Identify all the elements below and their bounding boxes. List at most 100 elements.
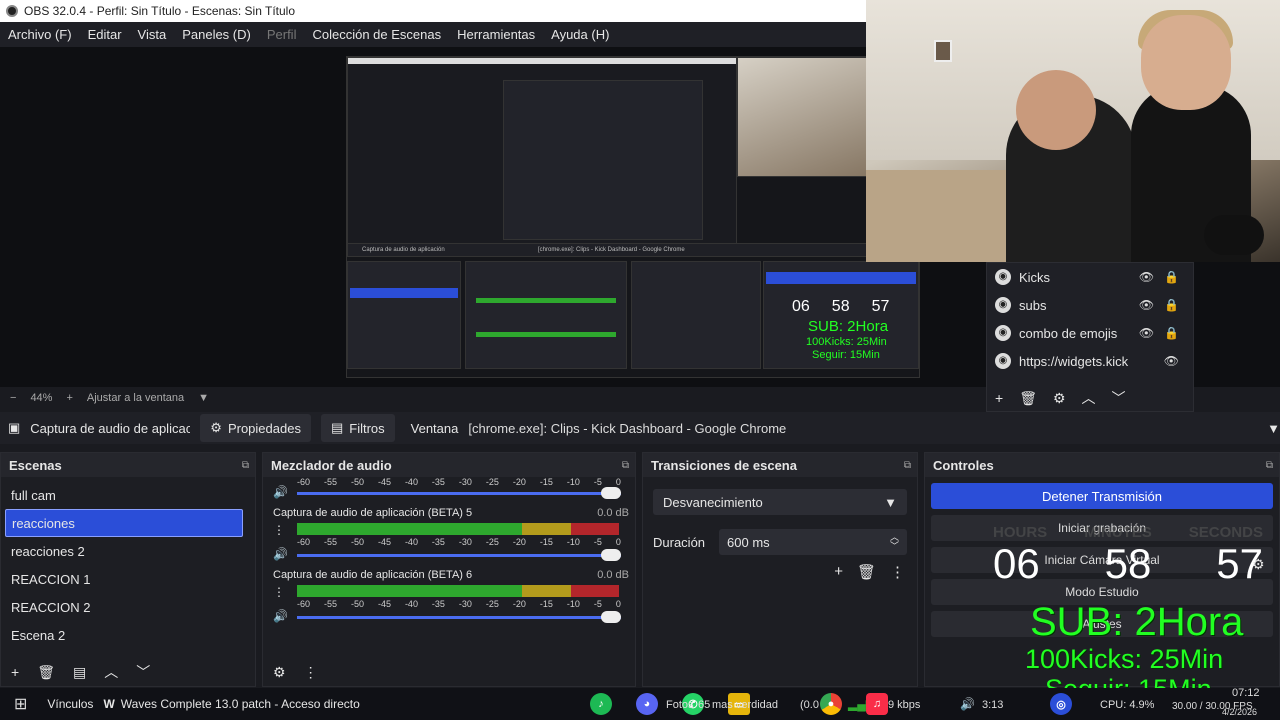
- obs-tray-icon[interactable]: ◎: [1050, 693, 1072, 715]
- zoom-dropdown-icon[interactable]: ▼: [198, 392, 209, 404]
- source-item[interactable]: ◉ Kicks 👁 🔒: [987, 263, 1193, 291]
- mixer-channel: Captura de audio de aplicación (BETA) 6 0…: [263, 565, 635, 627]
- menu-vista[interactable]: Vista: [130, 27, 175, 42]
- menu-coleccion-escenas[interactable]: Colección de Escenas: [304, 27, 449, 42]
- filters-label: Filtros: [349, 420, 385, 436]
- links-toolbar[interactable]: Vínculos: [47, 697, 93, 711]
- verdidad-app[interactable]: mas verdidad: [712, 699, 778, 711]
- menu-editar[interactable]: Editar: [80, 27, 130, 42]
- source-item[interactable]: ◉ subs 👁 🔒: [987, 291, 1193, 319]
- transition-select[interactable]: Desvanecimiento ▼: [653, 489, 907, 515]
- window-select[interactable]: [chrome.exe]: Clips - Kick Dashboard - G…: [468, 421, 803, 436]
- popout-icon[interactable]: ⧉: [242, 460, 249, 471]
- menu-paneles[interactable]: Paneles (D): [174, 27, 259, 42]
- speaker-icon[interactable]: 🔊: [960, 697, 975, 711]
- menu-perfil[interactable]: Perfil: [259, 27, 305, 42]
- trash-icon[interactable]: 🗑: [857, 563, 876, 581]
- visibility-eye-icon[interactable]: 👁: [1139, 270, 1154, 284]
- nested-kicks-text: 100Kicks: 25Min: [806, 336, 887, 348]
- add-scene-icon[interactable]: +: [11, 664, 19, 680]
- channel-db: 0.0 dB: [597, 569, 629, 581]
- filter-icon[interactable]: ▤: [73, 664, 86, 681]
- kebab-menu-icon[interactable]: ⋮: [273, 585, 285, 599]
- waves-shortcut[interactable]: Waves Complete 13.0 patch - Acceso direc…: [121, 697, 360, 711]
- nested-seguir-text: Seguir: 15Min: [812, 349, 880, 361]
- scene-item[interactable]: reacciones 2: [1, 537, 255, 565]
- popout-icon[interactable]: ⧉: [1266, 460, 1273, 471]
- chrome-icon[interactable]: ●: [820, 693, 842, 715]
- chevron-down-icon[interactable]: ﹀: [1112, 388, 1126, 408]
- speaker-icon[interactable]: 🔊: [273, 547, 288, 561]
- scenes-dock: Escenas ⧉ full cam reacciones reacciones …: [0, 452, 256, 687]
- gear-icon[interactable]: ⚙: [1252, 556, 1265, 573]
- fit-to-window-button[interactable]: Ajustar a la ventana: [87, 392, 184, 404]
- kebab-menu-icon[interactable]: ⋮: [304, 664, 318, 681]
- source-item[interactable]: ◉ combo de emojis 👁 🔒: [987, 319, 1193, 347]
- chevron-down-icon[interactable]: ﹀: [136, 662, 150, 682]
- level-meter: [297, 585, 619, 597]
- popout-icon[interactable]: ⧉: [904, 460, 911, 471]
- chevron-up-icon[interactable]: ︿: [1082, 388, 1096, 408]
- timer-labels: HOURS MINUTES SECONDS: [993, 524, 1263, 541]
- zoom-out-button[interactable]: −: [10, 392, 16, 404]
- scene-item[interactable]: REACCION 1: [1, 565, 255, 593]
- kebab-menu-icon[interactable]: ⋮: [273, 523, 285, 537]
- scale-tick: -45: [377, 477, 391, 487]
- trash-icon[interactable]: 🗑: [1019, 390, 1037, 407]
- spin-arrows-icon[interactable]: ︿ ﹀: [890, 533, 899, 551]
- menu-archivo[interactable]: Archivo (F): [0, 27, 80, 42]
- chevron-up-icon[interactable]: ︿: [104, 662, 118, 682]
- sources-toolbar: + 🗑 ⚙ ︿ ﹀: [987, 385, 1193, 411]
- nested-controls: 06 58 57 SUB: 2Hora 100Kicks: 25Min Segu…: [763, 261, 919, 369]
- scene-item-selected[interactable]: reacciones: [5, 509, 243, 537]
- add-source-icon[interactable]: +: [995, 390, 1003, 406]
- scene-item[interactable]: full cam: [1, 481, 255, 509]
- audio-capture-icon: ▣: [8, 420, 21, 435]
- filters-button[interactable]: ▤ Filtros: [320, 414, 395, 442]
- gear-icon[interactable]: ⚙: [1053, 390, 1066, 407]
- kebab-menu-icon[interactable]: ⋮: [890, 563, 905, 581]
- scale-tick: -10: [566, 477, 580, 487]
- scale-tick: -5: [593, 599, 602, 609]
- nested-window-value: [chrome.exe]: Clips - Kick Dashboard - G…: [538, 247, 685, 253]
- filter-icon: ▤: [330, 420, 344, 435]
- menu-herramientas[interactable]: Herramientas: [449, 27, 543, 42]
- properties-label: Propiedades: [227, 420, 301, 436]
- duration-spinbox[interactable]: 600 ms ︿ ﹀: [719, 529, 907, 555]
- stop-stream-button[interactable]: Detener Transmisión: [931, 483, 1273, 509]
- visibility-eye-icon[interactable]: 👁: [1139, 326, 1154, 340]
- add-transition-icon[interactable]: +: [834, 563, 843, 581]
- countdown-timer: 06 58 57: [993, 540, 1263, 588]
- chevron-down-icon[interactable]: ▼: [1267, 421, 1280, 436]
- zoom-in-button[interactable]: +: [66, 392, 72, 404]
- scene-item[interactable]: Escena 2: [1, 621, 255, 649]
- spotify-icon[interactable]: ♪: [590, 693, 612, 715]
- source-item[interactable]: ◉ https://widgets.kick 👁: [987, 347, 1193, 375]
- lock-icon[interactable]: 🔒: [1164, 270, 1179, 284]
- discord-icon[interactable]: ◕: [636, 693, 658, 715]
- visibility-eye-icon[interactable]: 👁: [1164, 354, 1179, 368]
- trash-icon[interactable]: 🗑: [37, 664, 55, 681]
- zoom-value: 44%: [30, 392, 53, 404]
- volume-fader[interactable]: [297, 549, 621, 561]
- nested-screen-capture: Captura de audio de aplicación [chrome.e…: [346, 56, 920, 378]
- lock-icon[interactable]: 🔒: [1164, 298, 1179, 312]
- volume-fader[interactable]: [297, 611, 621, 623]
- bitrate: 9 kbps: [888, 699, 921, 711]
- volume-fader[interactable]: [297, 487, 621, 499]
- properties-button[interactable]: ⚙ Propiedades: [200, 414, 311, 442]
- windows-start-icon[interactable]: ⊞: [14, 694, 27, 714]
- speaker-icon[interactable]: 🔊: [273, 485, 288, 499]
- nested-meter-1: [476, 298, 616, 303]
- scene-item[interactable]: REACCION 2: [1, 593, 255, 621]
- gear-icon[interactable]: ⚙: [273, 664, 286, 681]
- lock-icon[interactable]: 🔒: [1164, 326, 1179, 340]
- visibility-eye-icon[interactable]: 👁: [1139, 298, 1154, 312]
- photos-app[interactable]: Fotos: [666, 699, 694, 711]
- speaker-icon[interactable]: 🔊: [273, 609, 288, 623]
- music-icon[interactable]: ♫: [866, 693, 888, 715]
- menu-ayuda[interactable]: Ayuda (H): [543, 27, 617, 42]
- transitions-dock: Transiciones de escena ⧉ Desvanecimiento ▼…: [642, 452, 918, 687]
- nested-meter-2: [476, 332, 616, 337]
- popout-icon[interactable]: ⧉: [622, 460, 629, 471]
